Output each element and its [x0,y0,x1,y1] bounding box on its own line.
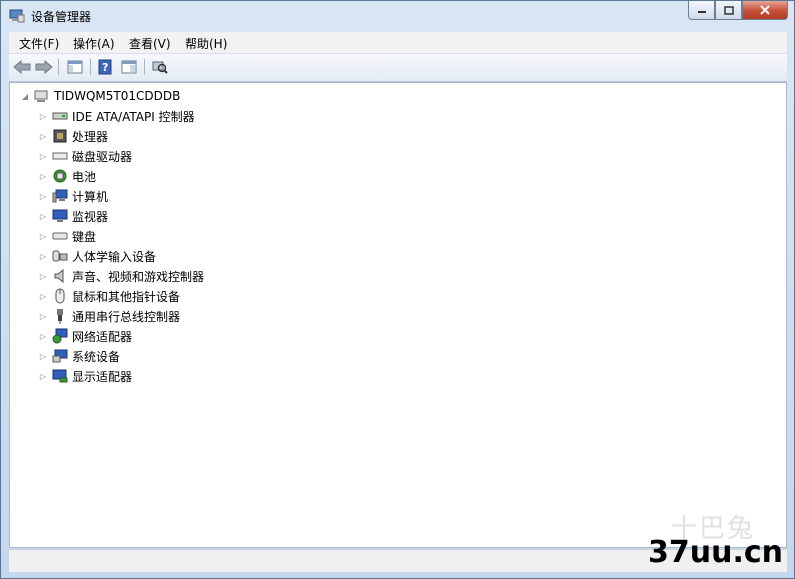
tree-item-label: 键盘 [72,229,97,244]
close-button[interactable] [742,1,788,20]
tree-item-label: 计算机 [72,189,109,204]
forward-button[interactable] [34,58,54,76]
expand-arrow-icon[interactable]: ▷ [38,172,48,181]
show-hide-console-tree-button[interactable] [65,58,85,76]
tree-item-sound-video-game[interactable]: ▷ 声音、视频和游戏控制器 [38,266,204,286]
computer-monitor-icon [52,189,68,203]
computer-icon [34,89,50,103]
menu-action[interactable]: 操作(A) [73,35,115,52]
menu-help[interactable]: 帮助(H) [185,35,227,52]
minimize-button[interactable] [688,1,715,20]
tree-item-computer[interactable]: ▷ 计算机 [38,186,108,206]
scan-hardware-changes-button[interactable] [150,58,170,76]
tree-item-label: 处理器 [72,129,109,144]
system-device-icon [52,349,68,363]
close-icon [760,5,770,15]
toolbar: ? [9,54,787,82]
device-tree-pane: ◢ TIDWQM5T01CDDDB ▷ IDE ATA/ATAPI 控制器 ▷ … [9,82,787,548]
tree-item-usb-controllers[interactable]: ▷ 通用串行总线控制器 [38,306,180,326]
tree-item-display-adapters[interactable]: ▷ 显示适配器 [38,366,132,386]
processor-icon [52,129,68,143]
expand-arrow-icon[interactable]: ▷ [38,112,48,121]
device-manager-icon [9,8,25,23]
maximize-icon [723,5,734,15]
menu-file[interactable]: 文件(F) [19,35,59,52]
menu-view[interactable]: 查看(V) [129,35,171,52]
tree-item-network-adapters[interactable]: ▷ 网络适配器 [38,326,132,346]
tree-item-label: 通用串行总线控制器 [72,309,181,324]
mouse-icon [52,288,68,304]
tree-item-processors[interactable]: ▷ 处理器 [38,126,108,146]
expand-arrow-icon[interactable]: ▷ [38,152,48,161]
tree-item-disk-drives[interactable]: ▷ 磁盘驱动器 [38,146,132,166]
tree-item-label: 声音、视频和游戏控制器 [72,269,205,284]
title-bar[interactable]: 设备管理器 [1,1,794,31]
battery-icon [52,169,68,183]
human-interface-device-icon [52,249,68,263]
back-button[interactable] [12,58,32,76]
minimize-icon [697,11,706,13]
collapse-arrow-icon[interactable]: ◢ [20,92,30,101]
tree-item-keyboards[interactable]: ▷ 键盘 [38,226,96,246]
monitor-icon [52,209,68,223]
toolbar-separator [144,59,145,75]
tree-item-label: 系统设备 [72,349,121,364]
expand-arrow-icon[interactable]: ▷ [38,332,48,341]
tree-root-label: TIDWQM5T01CDDDB [54,89,181,103]
speaker-icon [52,269,68,283]
tree-item-label: 磁盘驱动器 [72,149,133,164]
expand-arrow-icon[interactable]: ▷ [38,352,48,361]
tree-item-label: IDE ATA/ATAPI 控制器 [72,109,195,124]
help-button[interactable]: ? [95,58,115,76]
expand-arrow-icon[interactable]: ▷ [38,252,48,261]
tree-item-label: 监视器 [72,209,109,224]
menu-bar: 文件(F) 操作(A) 查看(V) 帮助(H) [9,32,787,54]
tree-item-label: 电池 [72,169,97,184]
toolbar-separator [58,59,59,75]
console-tree-icon [67,60,83,74]
expand-arrow-icon[interactable]: ▷ [38,232,48,241]
tree-item-ide-controllers[interactable]: ▷ IDE ATA/ATAPI 控制器 [38,106,195,126]
expand-arrow-icon[interactable]: ▷ [38,312,48,321]
forward-arrow-icon [35,60,53,74]
tree-root-computer[interactable]: ◢ TIDWQM5T01CDDDB [20,86,180,106]
scan-hardware-icon [152,61,168,74]
expand-arrow-icon[interactable]: ▷ [38,272,48,281]
svg-text:?: ? [102,61,108,74]
tree-item-system-devices[interactable]: ▷ 系统设备 [38,346,120,366]
expand-arrow-icon[interactable]: ▷ [38,132,48,141]
properties-button[interactable] [119,58,139,76]
tree-item-label: 鼠标和其他指针设备 [72,289,181,304]
help-book-icon: ? [98,59,112,75]
maximize-button[interactable] [715,1,742,20]
expand-arrow-icon[interactable]: ▷ [38,212,48,221]
tree-item-label: 人体学输入设备 [72,249,157,264]
tree-item-batteries[interactable]: ▷ 电池 [38,166,96,186]
display-adapter-icon [52,369,68,383]
usb-plug-icon [52,309,68,324]
tree-item-label: 网络适配器 [72,329,133,344]
ide-controller-icon [52,109,68,123]
caption-buttons [688,1,788,21]
tree-item-monitors[interactable]: ▷ 监视器 [38,206,108,226]
window-title: 设备管理器 [31,10,92,24]
back-arrow-icon [13,60,31,74]
expand-arrow-icon[interactable]: ▷ [38,372,48,381]
tree-item-hid[interactable]: ▷ 人体学输入设备 [38,246,156,266]
tree-item-label: 显示适配器 [72,369,133,384]
properties-window-icon [121,60,137,74]
expand-arrow-icon[interactable]: ▷ [38,292,48,301]
keyboard-icon [52,229,68,243]
expand-arrow-icon[interactable]: ▷ [38,192,48,201]
network-adapter-icon [52,328,68,344]
disk-drive-icon [52,149,68,163]
toolbar-separator [90,59,91,75]
watermark-site-text: 37uu.cn [648,535,783,570]
tree-item-mice[interactable]: ▷ 鼠标和其他指针设备 [38,286,180,306]
device-manager-window: 设备管理器 文件(F) 操作(A) 查看(V) 帮助(H) ? ◢ TIDWQM… [0,0,795,579]
